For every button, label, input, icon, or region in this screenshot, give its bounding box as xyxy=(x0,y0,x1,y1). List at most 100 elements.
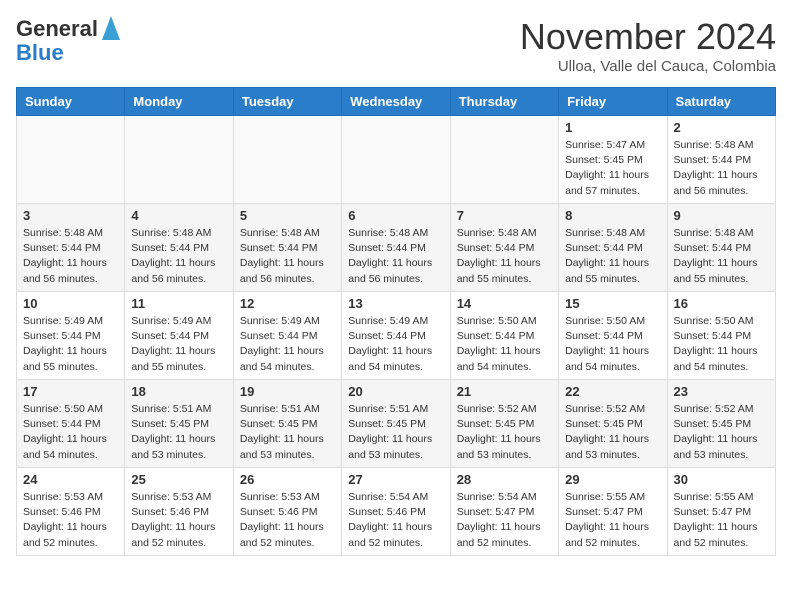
calendar-cell: 5 Sunrise: 5:48 AMSunset: 5:44 PMDaylight… xyxy=(233,204,341,292)
calendar-cell: 12Sunrise: 5:49 AMSunset: 5:44 PMDayligh… xyxy=(233,292,341,380)
column-header-monday: Monday xyxy=(125,88,233,116)
calendar-cell: 4Sunrise: 5:48 AMSunset: 5:44 PMDaylight… xyxy=(125,204,233,292)
calendar-cell: 30 Sunrise: 5:55 AMSunset: 5:47 PMDayligh… xyxy=(667,468,775,556)
day-info: Sunrise: 5:54 AMSunset: 5:46 PMDaylight:… xyxy=(348,490,443,551)
calendar-cell: 29 Sunrise: 5:55 AMSunset: 5:47 PMDayligh… xyxy=(559,468,667,556)
page-subtitle: Ulloa, Valle del Cauca, Colombia xyxy=(520,58,776,75)
day-info: Sunrise: 5:55 AMSunset: 5:47 PMDaylight:… xyxy=(674,490,769,551)
day-number: 24 xyxy=(23,472,118,487)
day-info: Sunrise: 5:48 AMSunset: 5:44 PMDaylight:… xyxy=(674,138,769,199)
day-info: Sunrise: 5:51 AMSunset: 5:45 PMDaylight:… xyxy=(240,402,335,463)
calendar-cell: 1Sunrise: 5:47 AMSunset: 5:45 PMDaylight… xyxy=(559,116,667,204)
day-info: Sunrise: 5:50 AMSunset: 5:44 PMDaylight:… xyxy=(23,402,118,463)
day-number: 30 xyxy=(674,472,769,487)
column-header-sunday: Sunday xyxy=(17,88,125,116)
calendar-cell: 19 Sunrise: 5:51 AMSunset: 5:45 PMDayligh… xyxy=(233,380,341,468)
day-number: 16 xyxy=(674,296,769,311)
day-number: 2 xyxy=(674,120,769,135)
day-number: 28 xyxy=(457,472,552,487)
day-number: 18 xyxy=(131,384,226,399)
column-header-wednesday: Wednesday xyxy=(342,88,450,116)
day-number: 27 xyxy=(348,472,443,487)
calendar-cell xyxy=(233,116,341,204)
calendar-cell xyxy=(450,116,558,204)
calendar-cell: 25 Sunrise: 5:53 AMSunset: 5:46 PMDayligh… xyxy=(125,468,233,556)
calendar-week-row: 1Sunrise: 5:47 AMSunset: 5:45 PMDaylight… xyxy=(17,116,776,204)
day-number: 11 xyxy=(131,296,226,311)
day-info: Sunrise: 5:48 AMSunset: 5:44 PMDaylight:… xyxy=(674,226,769,287)
calendar-cell xyxy=(125,116,233,204)
day-info: Sunrise: 5:47 AMSunset: 5:45 PMDaylight:… xyxy=(565,138,660,199)
day-number: 20 xyxy=(348,384,443,399)
calendar-cell: 28 Sunrise: 5:54 AMSunset: 5:47 PMDayligh… xyxy=(450,468,558,556)
calendar-cell: 2 Sunrise: 5:48 AMSunset: 5:44 PMDaylight… xyxy=(667,116,775,204)
day-number: 25 xyxy=(131,472,226,487)
day-info: Sunrise: 5:54 AMSunset: 5:47 PMDaylight:… xyxy=(457,490,552,551)
logo-text-blue: Blue xyxy=(16,42,64,64)
day-number: 7 xyxy=(457,208,552,223)
calendar-cell: 27 Sunrise: 5:54 AMSunset: 5:46 PMDayligh… xyxy=(342,468,450,556)
calendar-week-row: 24 Sunrise: 5:53 AMSunset: 5:46 PMDayligh… xyxy=(17,468,776,556)
day-info: Sunrise: 5:49 AMSunset: 5:44 PMDaylight:… xyxy=(23,314,118,375)
title-block: November 2024 Ulloa, Valle del Cauca, Co… xyxy=(520,16,776,75)
day-info: Sunrise: 5:53 AMSunset: 5:46 PMDaylight:… xyxy=(23,490,118,551)
day-info: Sunrise: 5:50 AMSunset: 5:44 PMDaylight:… xyxy=(674,314,769,375)
calendar-cell: 20Sunrise: 5:51 AMSunset: 5:45 PMDayligh… xyxy=(342,380,450,468)
day-info: Sunrise: 5:49 AMSunset: 5:44 PMDaylight:… xyxy=(348,314,443,375)
calendar-week-row: 3 Sunrise: 5:48 AMSunset: 5:44 PMDaylight… xyxy=(17,204,776,292)
day-info: Sunrise: 5:51 AMSunset: 5:45 PMDaylight:… xyxy=(131,402,226,463)
calendar-cell: 3 Sunrise: 5:48 AMSunset: 5:44 PMDaylight… xyxy=(17,204,125,292)
day-number: 8 xyxy=(565,208,660,223)
calendar-cell: 8 Sunrise: 5:48 AMSunset: 5:44 PMDaylight… xyxy=(559,204,667,292)
calendar-cell: 26Sunrise: 5:53 AMSunset: 5:46 PMDayligh… xyxy=(233,468,341,556)
day-info: Sunrise: 5:48 AMSunset: 5:44 PMDaylight:… xyxy=(131,226,226,287)
day-number: 21 xyxy=(457,384,552,399)
calendar-table: SundayMondayTuesdayWednesdayThursdayFrid… xyxy=(16,87,776,556)
day-info: Sunrise: 5:49 AMSunset: 5:44 PMDaylight:… xyxy=(240,314,335,375)
day-info: Sunrise: 5:52 AMSunset: 5:45 PMDaylight:… xyxy=(457,402,552,463)
column-header-tuesday: Tuesday xyxy=(233,88,341,116)
calendar-header-row: SundayMondayTuesdayWednesdayThursdayFrid… xyxy=(17,88,776,116)
day-number: 29 xyxy=(565,472,660,487)
day-info: Sunrise: 5:53 AMSunset: 5:46 PMDaylight:… xyxy=(131,490,226,551)
page-header: General Blue November 2024 Ulloa, Valle … xyxy=(16,16,776,75)
calendar-cell: 7 Sunrise: 5:48 AMSunset: 5:44 PMDaylight… xyxy=(450,204,558,292)
day-info: Sunrise: 5:48 AMSunset: 5:44 PMDaylight:… xyxy=(457,226,552,287)
day-info: Sunrise: 5:50 AMSunset: 5:44 PMDaylight:… xyxy=(457,314,552,375)
calendar-week-row: 10 Sunrise: 5:49 AMSunset: 5:44 PMDayligh… xyxy=(17,292,776,380)
calendar-cell: 16 Sunrise: 5:50 AMSunset: 5:44 PMDayligh… xyxy=(667,292,775,380)
day-info: Sunrise: 5:48 AMSunset: 5:44 PMDaylight:… xyxy=(348,226,443,287)
calendar-cell: 18 Sunrise: 5:51 AMSunset: 5:45 PMDayligh… xyxy=(125,380,233,468)
calendar-cell: 11Sunrise: 5:49 AMSunset: 5:44 PMDayligh… xyxy=(125,292,233,380)
day-number: 15 xyxy=(565,296,660,311)
day-info: Sunrise: 5:52 AMSunset: 5:45 PMDaylight:… xyxy=(565,402,660,463)
calendar-cell: 6 Sunrise: 5:48 AMSunset: 5:44 PMDaylight… xyxy=(342,204,450,292)
logo-text-general: General xyxy=(16,18,98,40)
day-number: 13 xyxy=(348,296,443,311)
day-number: 5 xyxy=(240,208,335,223)
day-info: Sunrise: 5:52 AMSunset: 5:45 PMDaylight:… xyxy=(674,402,769,463)
day-number: 14 xyxy=(457,296,552,311)
calendar-cell: 22 Sunrise: 5:52 AMSunset: 5:45 PMDayligh… xyxy=(559,380,667,468)
day-number: 17 xyxy=(23,384,118,399)
calendar-cell: 23Sunrise: 5:52 AMSunset: 5:45 PMDayligh… xyxy=(667,380,775,468)
calendar-cell xyxy=(342,116,450,204)
calendar-cell: 9Sunrise: 5:48 AMSunset: 5:44 PMDaylight… xyxy=(667,204,775,292)
day-number: 19 xyxy=(240,384,335,399)
day-info: Sunrise: 5:48 AMSunset: 5:44 PMDaylight:… xyxy=(240,226,335,287)
day-info: Sunrise: 5:48 AMSunset: 5:44 PMDaylight:… xyxy=(23,226,118,287)
day-number: 3 xyxy=(23,208,118,223)
calendar-cell xyxy=(17,116,125,204)
calendar-cell: 13 Sunrise: 5:49 AMSunset: 5:44 PMDayligh… xyxy=(342,292,450,380)
day-number: 26 xyxy=(240,472,335,487)
day-info: Sunrise: 5:48 AMSunset: 5:44 PMDaylight:… xyxy=(565,226,660,287)
logo-arrow-icon xyxy=(100,14,122,42)
day-info: Sunrise: 5:55 AMSunset: 5:47 PMDaylight:… xyxy=(565,490,660,551)
calendar-cell: 24 Sunrise: 5:53 AMSunset: 5:46 PMDayligh… xyxy=(17,468,125,556)
day-number: 6 xyxy=(348,208,443,223)
day-number: 22 xyxy=(565,384,660,399)
calendar-cell: 14 Sunrise: 5:50 AMSunset: 5:44 PMDayligh… xyxy=(450,292,558,380)
calendar-cell: 21 Sunrise: 5:52 AMSunset: 5:45 PMDayligh… xyxy=(450,380,558,468)
day-number: 10 xyxy=(23,296,118,311)
calendar-week-row: 17 Sunrise: 5:50 AMSunset: 5:44 PMDayligh… xyxy=(17,380,776,468)
